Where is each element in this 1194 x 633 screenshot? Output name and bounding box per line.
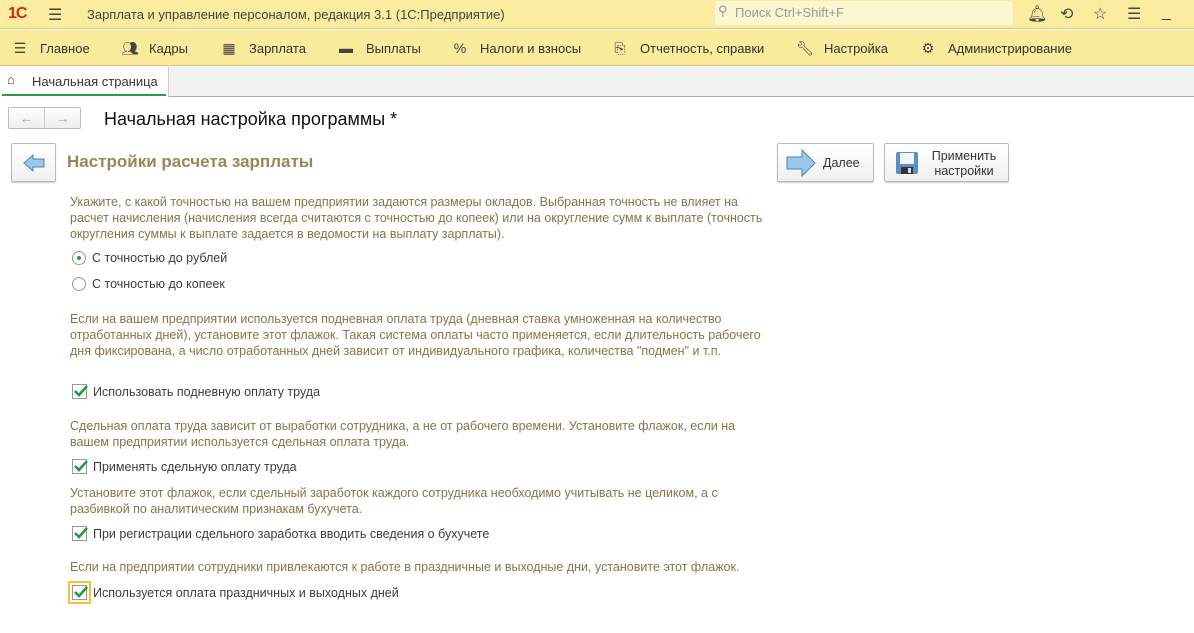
next-label: Далее: [823, 156, 860, 170]
list-icon: ☰: [13, 40, 27, 56]
home-icon: ⌂: [7, 72, 15, 87]
menu-label: Главное: [40, 41, 90, 56]
back-arrow-icon[interactable]: ←: [9, 108, 45, 128]
search-input[interactable]: ⚲ Поиск Ctrl+Shift+F: [715, 1, 1013, 25]
daily-pay-description: Если на вашем предприятии используется п…: [70, 312, 761, 358]
piecework-description: Сдельная оплата труда зависит от выработ…: [70, 419, 736, 449]
wallet-icon: ▬: [339, 40, 353, 56]
page-title: Начальная настройка программы *: [104, 109, 398, 129]
menu-label: Администрирование: [948, 41, 1072, 56]
radio-label: С точностью до рублей: [92, 251, 228, 265]
checkbox-checked[interactable]: [72, 459, 88, 474]
title-bar: 1С ☰ Зарплата и управление персоналом, р…: [0, 0, 1194, 29]
checkmark-icon: [74, 527, 88, 539]
gear-icon: ⚙: [921, 40, 935, 56]
left-arrow-icon: [23, 154, 45, 172]
menu-salary[interactable]: ▦ Зарплата: [221, 40, 306, 57]
holidays-description: Если на предприятии сотрудники привлекаю…: [70, 560, 740, 574]
forward-arrow-icon[interactable]: →: [45, 108, 80, 128]
tab-home-page[interactable]: ⌂ Начальная страница: [0, 67, 169, 97]
menu-main[interactable]: ☰ Главное: [12, 40, 90, 57]
search-icon: ⚲: [718, 3, 728, 18]
calculator-icon: ▦: [222, 40, 236, 56]
minimize-icon[interactable]: _: [1162, 4, 1171, 22]
tab-label: Начальная страница: [32, 74, 158, 89]
1c-logo: 1С: [8, 5, 27, 22]
accounting-description: Установите этот флажок, если сдельный за…: [70, 486, 718, 516]
history-icon[interactable]: ⟲: [1060, 4, 1073, 24]
percent-icon: %: [453, 40, 467, 56]
menu-admin[interactable]: ⚙ Администрирование: [920, 40, 1072, 57]
apply-label-line1: Применить: [931, 149, 997, 163]
star-icon[interactable]: ☆: [1093, 4, 1107, 24]
floppy-disk-icon: [896, 152, 918, 174]
apply-label-line2: настройки: [934, 164, 994, 178]
search-placeholder: Поиск Ctrl+Shift+F: [735, 5, 844, 20]
checkbox-checked[interactable]: [72, 384, 88, 399]
active-tab-indicator: [2, 94, 166, 96]
menu-label: Выплаты: [366, 40, 421, 56]
checkbox-holidays-pay[interactable]: Используется оплата праздничных и выходн…: [68, 581, 399, 604]
radio-kopecks[interactable]: С точностью до копеек: [72, 277, 225, 291]
checkbox-piecework[interactable]: Применять сдельную оплату труда: [72, 459, 297, 474]
back-button[interactable]: [11, 143, 56, 182]
menu-hr[interactable]: 👥︎ Кадры: [121, 40, 188, 57]
settings-menu-icon[interactable]: ☰: [1127, 4, 1141, 24]
bell-icon[interactable]: 🔔︎: [1027, 4, 1047, 24]
checkbox-checked[interactable]: [68, 581, 91, 604]
menu-label: Отчетность, справки: [640, 41, 765, 56]
wrench-icon: 🔧︎: [796, 40, 814, 56]
section-title: Настройки расчета зарплаты: [67, 152, 314, 171]
checkmark-icon: [74, 460, 88, 472]
history-nav: ← →: [8, 107, 81, 129]
app-title: Зарплата и управление персоналом, редакц…: [87, 7, 505, 22]
menu-taxes[interactable]: % Налоги и взносы: [452, 40, 581, 56]
checkbox-label: Используется оплата праздничных и выходн…: [93, 585, 399, 600]
open-windows-bar: ⌂ Начальная страница: [0, 67, 1194, 97]
main-menu-icon[interactable]: ☰: [48, 5, 62, 25]
radio-rubles[interactable]: С точностью до рублей: [72, 251, 227, 265]
sections-panel: ☰ Главное 👥︎ Кадры ▦ Зарплата ▬ Выплаты % Нал…: [0, 30, 1194, 66]
menu-payments[interactable]: ▬ Выплаты: [338, 40, 421, 56]
checkmark-icon: [74, 586, 88, 598]
radio-label: С точностью до копеек: [92, 277, 225, 291]
checkmark-icon: [74, 385, 88, 397]
menu-label: Настройка: [824, 41, 888, 56]
checkbox-accounting-info[interactable]: При регистрации сдельного заработка ввод…: [72, 526, 489, 541]
menu-label: Налоги и взносы: [480, 40, 582, 56]
checkbox-label: При регистрации сдельного заработка ввод…: [93, 526, 490, 541]
checkbox-daily-pay[interactable]: Использовать подневную оплату труда: [72, 384, 320, 399]
menu-reports[interactable]: ⎘ Отчетность, справки: [612, 40, 764, 57]
precision-description: Укажите, с какой точностью на вашем пред…: [70, 195, 763, 241]
menu-label: Зарплата: [249, 41, 306, 56]
menu-settings[interactable]: 🔧︎ Настройка: [796, 40, 888, 57]
right-arrow-icon: [786, 148, 816, 178]
checkbox-label: Применять сдельную оплату труда: [93, 459, 297, 474]
apply-settings-button[interactable]: Применить настройки: [884, 143, 1009, 182]
documents-icon: ⎘: [614, 40, 626, 56]
checkbox-checked[interactable]: [72, 526, 88, 541]
menu-label: Кадры: [149, 41, 188, 56]
radio-button-selected[interactable]: [72, 251, 86, 265]
checkbox-label: Использовать подневную оплату труда: [93, 384, 321, 399]
radio-button[interactable]: [72, 277, 86, 291]
users-icon: 👥︎: [121, 40, 139, 56]
next-button[interactable]: Далее: [777, 143, 874, 182]
